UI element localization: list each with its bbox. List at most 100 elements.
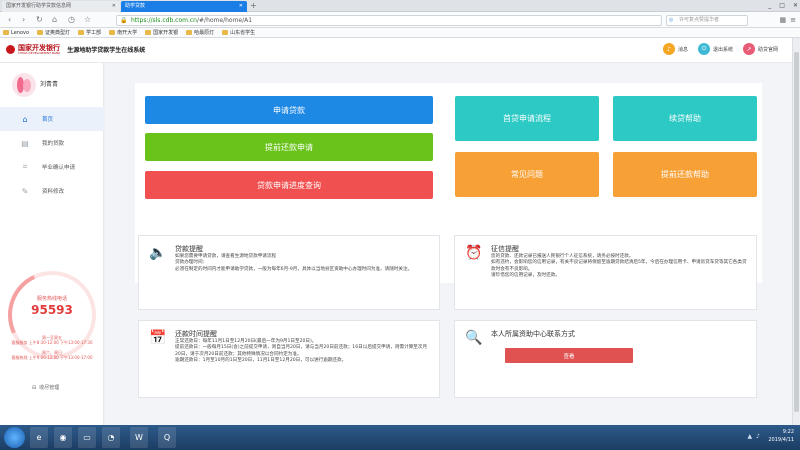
sidebar-item-profile-edit[interactable]: ✎ 资料修改 (0, 179, 104, 203)
contact-card: 🔍 本人所属资助中心联系方式 查看 (454, 320, 757, 398)
search-placeholder: 许可复点赞提华者 (679, 17, 720, 23)
folder-icon (186, 30, 193, 35)
official-site-button[interactable]: ↗ 助贷官网 (742, 43, 778, 55)
url-scheme: https:// (131, 17, 153, 24)
speaker-icon: 🔈 (149, 245, 167, 261)
sidebar-item-home[interactable]: ⌂ 首页 (0, 107, 104, 131)
scrollbar-thumb[interactable] (794, 52, 799, 412)
url-path: /#/home/home/A1 (197, 17, 253, 24)
search-app-icon[interactable]: Q (158, 427, 176, 448)
tag-icon: ⌗ (22, 162, 28, 171)
bank-logo[interactable]: 国家开发银行 CHINA DEVELOPMENT BANK 生源地助学贷款学生在… (6, 44, 145, 55)
folder-icon (109, 30, 116, 35)
window-controls: _ □ ✕ (768, 0, 798, 12)
address-bar[interactable]: 🔒 https://sls.cdb.com.cn/#/home/home/A1 (116, 15, 662, 26)
messages-button[interactable]: ♪ 消息 (662, 43, 688, 55)
view-contact-button[interactable]: 查看 (505, 348, 633, 363)
faq-button[interactable]: 常见问题 (455, 152, 599, 197)
user-name: 刘青青 (40, 81, 59, 88)
logout-button[interactable]: ⏻ 退出系统 (697, 43, 733, 55)
edit-icon: ✎ (21, 186, 29, 196)
volume-icon[interactable]: ♪ (756, 433, 760, 440)
collapse-icon: ⊟ (32, 384, 37, 391)
search-icon: 🔍 (465, 330, 483, 346)
credit-reminder-card: ⏰ 征信提醒 您的贷款、还款记录已报送人民银行个人征信系统，请务必按时还款。 如… (454, 235, 757, 310)
clock[interactable]: 9:22 2019/4/11 (768, 428, 794, 444)
early-repay-button[interactable]: 提前还款申请 (145, 133, 433, 161)
menu-icon[interactable]: ≡ (790, 15, 796, 25)
card-body: 如果您需要申请贷款，请查看生源地贷款申请流程 贷款办理时间： 必须在制定的时间内… (175, 254, 413, 272)
close-window-button[interactable]: ✕ (793, 0, 798, 12)
tab-student-loan[interactable]: 助学贷款 ✕ (121, 1, 247, 12)
cdb-emblem-icon (6, 45, 15, 54)
main-content: 申请贷款 提前还款申请 贷款申请进度查询 首贷申请流程 续贷帮助 常见问题 提前… (105, 63, 792, 425)
star-icon[interactable]: ☆ (84, 15, 91, 25)
search-icon: ◎ (669, 17, 674, 23)
loan-reminder-card: 🔈 贷款提醒 如果您需要申请贷款，请查看生源地贷款申请流程 贷款办理时间： 必须… (138, 235, 440, 310)
logout-icon: ⏻ (697, 43, 710, 55)
sidebar-item-my-loans[interactable]: ▤ 我的贷款 (0, 131, 104, 155)
minimize-button[interactable]: _ (768, 0, 771, 12)
start-button[interactable] (4, 427, 25, 448)
tab-label: 助学贷款 (125, 3, 146, 9)
network-icon[interactable]: ▲ (748, 433, 753, 440)
tab-cdb-info[interactable]: 国家开发银行助学贷款信息网 ✕ (2, 1, 120, 12)
alarm-clock-icon: ⏰ (465, 245, 483, 261)
service-hours-line: 客服热线 上午9:00-12:00 下午13:00-17:00 (11, 355, 93, 360)
reload-icon[interactable]: ↻ (36, 15, 43, 25)
bookmark-item[interactable]: 学工部 (78, 29, 101, 36)
sidebar: 刘青青 ⌂ 首页 ▤ 我的贷款 ⌗ 毕业确认申请 ✎ 资料修改 服务热线电话 9… (0, 63, 109, 425)
browser-tab-bar: 国家开发银行助学贷款信息网 ✕ 助学贷款 ✕ + _ □ ✕ (0, 0, 800, 12)
document-icon: ▤ (21, 138, 29, 148)
apply-loan-button[interactable]: 申请贷款 (145, 96, 433, 124)
bookmark-item[interactable]: Lenovo (3, 30, 29, 36)
search-input[interactable]: ◎ 许可复点赞提华者 (666, 15, 748, 26)
bookmark-item[interactable]: 山东省学生 (222, 29, 255, 36)
bank-subtitle: CHINA DEVELOPMENT BANK (18, 51, 61, 55)
bookmark-item[interactable]: 南开大学 (109, 29, 137, 36)
bell-icon: ♪ (662, 43, 675, 55)
system-tray: ▲ ♪ (748, 433, 760, 440)
service-hours-line: 客服服务 上午8:30-12:00 下午13:00-17:30 (11, 340, 93, 345)
windows-taskbar: e ◉ ▭ ◔ W Q ▲ ♪ 9:22 2019/4/11 (0, 425, 800, 450)
url-host: sls.cdb.com.cn (152, 17, 197, 24)
ie-icon[interactable]: e (30, 427, 48, 448)
wechat-icon[interactable]: ◔ (102, 427, 120, 448)
home-icon[interactable]: ⌂ (52, 15, 57, 25)
close-icon[interactable]: ✕ (239, 1, 243, 12)
sidebar-menu: ⌂ 首页 ▤ 我的贷款 ⌗ 毕业确认申请 ✎ 资料修改 (0, 107, 104, 203)
folder-icon (222, 30, 229, 35)
back-arrow-icon[interactable]: ‹ (8, 15, 11, 25)
page-scrollbar[interactable] (792, 38, 800, 425)
hotline-label: 服务热线电话 (36, 296, 67, 302)
hotline-number: 95593 (31, 303, 73, 317)
bookmarks-bar: Lenovo 证奥典型灯 学工部 南开大学 国家开发银 哈最原灯 山东省学生 (0, 28, 800, 38)
bookmark-item[interactable]: 哈最原灯 (186, 29, 214, 36)
browser-toolbar: ‹ › ↻ ⌂ ◷ ☆ 🔒 https://sls.cdb.com.cn/#/h… (0, 12, 800, 28)
card-body: 您的贷款、还款记录已报送人民银行个人征信系统，请务必按时还款。 如有违约，会影响… (491, 254, 747, 279)
word-icon[interactable]: W (130, 427, 148, 448)
sidebar-item-graduation[interactable]: ⌗ 毕业确认申请 (0, 155, 104, 179)
history-icon[interactable]: ◷ (68, 15, 75, 25)
progress-query-button[interactable]: 贷款申请进度查询 (145, 171, 433, 199)
maximize-button[interactable]: □ (779, 0, 785, 12)
first-loan-flow-button[interactable]: 首贷申请流程 (455, 96, 599, 141)
card-body: 正常还款日：每年11月1日至12月20日(最后一年为9月1日至20日)。 提前还… (175, 339, 428, 364)
system-title: 生源地助学贷款学生在线系统 (67, 47, 146, 54)
early-repay-help-button[interactable]: 提前还款帮助 (613, 152, 757, 197)
lock-icon: 🔒 (120, 17, 128, 24)
bookmark-item[interactable]: 证奥典型灯 (37, 29, 70, 36)
card-title: 征信提醒 (491, 245, 519, 253)
avatar (12, 73, 36, 97)
new-tab-button[interactable]: + (250, 0, 257, 12)
continue-loan-help-button[interactable]: 续贷帮助 (613, 96, 757, 141)
folder-icon (145, 30, 152, 35)
close-icon[interactable]: ✕ (112, 1, 116, 12)
bookmark-item[interactable]: 国家开发银 (145, 29, 178, 36)
grid-icon[interactable]: ▦ (780, 15, 787, 25)
chrome-icon[interactable]: ◉ (54, 427, 72, 448)
collapse-menu-button[interactable]: ⊟ 收尽管理 (32, 384, 59, 392)
forward-arrow-icon[interactable]: › (22, 15, 25, 25)
folder-icon (78, 30, 85, 35)
folder-icon[interactable]: ▭ (78, 427, 96, 448)
